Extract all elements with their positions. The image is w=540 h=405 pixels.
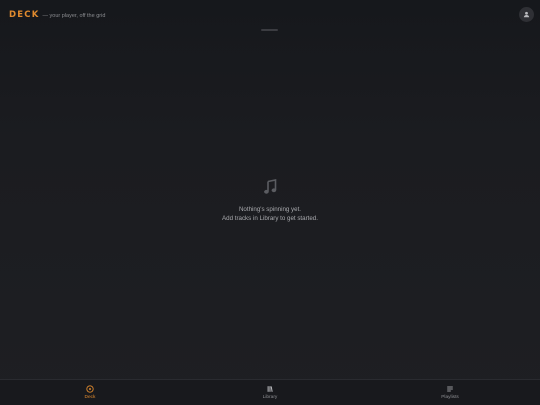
nav-label-deck: Deck: [84, 395, 96, 400]
drag-handle[interactable]: [261, 29, 278, 31]
app-logo: DECK: [9, 10, 40, 20]
library-icon: [267, 386, 273, 392]
empty-state-title: Nothing's spinning yet.: [238, 206, 302, 213]
empty-state: Nothing's spinning yet. Add tracks in Li…: [0, 179, 540, 223]
brand: DECK — your player, off the grid: [9, 10, 105, 20]
profile-button[interactable]: [519, 7, 534, 22]
empty-state-subtitle: Add tracks in Library to get started.: [222, 214, 318, 222]
nav-label-playlists: Playlists: [441, 395, 459, 400]
bottom-nav: Deck Library Playlists: [0, 379, 540, 405]
user-icon: [523, 11, 530, 18]
music-note-icon: [264, 179, 277, 194]
nav-tab-library[interactable]: Library: [180, 380, 360, 405]
app-tagline: — your player, off the grid: [42, 13, 106, 19]
disc-icon: [86, 385, 94, 393]
playlist-icon: [447, 386, 453, 392]
nav-tab-deck[interactable]: Deck: [0, 380, 180, 405]
nav-tab-playlists[interactable]: Playlists: [360, 380, 540, 405]
nav-label-library: Library: [262, 395, 278, 400]
top-bar: DECK — your player, off the grid: [0, 0, 540, 30]
app-window: DECK — your player, off the grid Nothing…: [0, 0, 540, 405]
